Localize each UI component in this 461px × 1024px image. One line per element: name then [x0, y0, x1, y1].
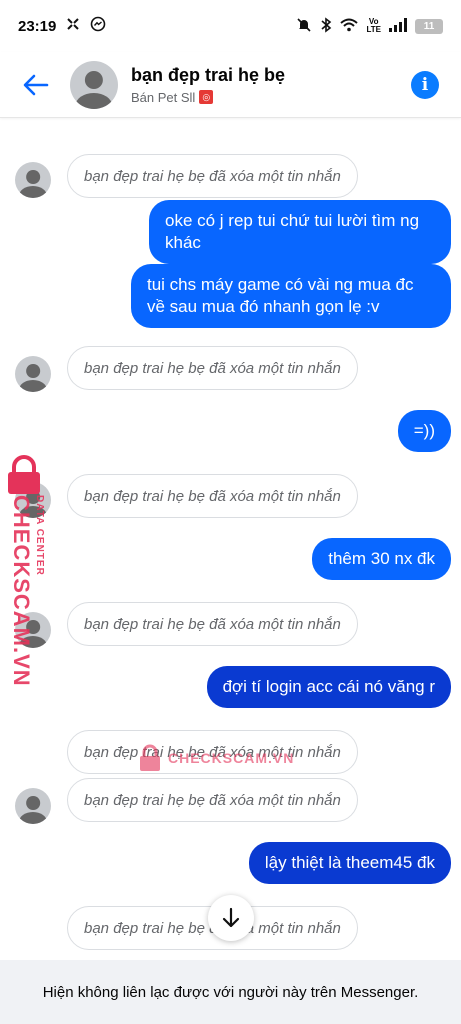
- mute-icon: [296, 17, 312, 36]
- watermark-brand: CHECKSCAM.VN: [9, 495, 34, 687]
- watermark-side: CHECKSCAM.VN DATA CENTER: [4, 455, 52, 687]
- wifi-icon: [340, 18, 359, 35]
- sender-avatar[interactable]: [15, 788, 51, 824]
- unavailable-notice-text: Hiện không liên lạc được với người này t…: [42, 983, 419, 1001]
- outgoing-message[interactable]: tui chs máy game có vài ng mua đc về sau…: [131, 264, 451, 328]
- unavailable-notice: Hiện không liên lạc được với người này t…: [0, 960, 461, 1024]
- message-list[interactable]: bạn đẹp trai hẹ bẹ đã xóa một tin nhắn o…: [0, 118, 461, 960]
- contact-info[interactable]: bạn đẹp trai hẹ bẹ Bán Pet Sll ◎: [131, 65, 285, 105]
- info-button[interactable]: i: [411, 70, 439, 99]
- outgoing-message[interactable]: oke có j rep tui chứ tui lười tìm ng khá…: [149, 200, 451, 264]
- outgoing-message[interactable]: =)): [397, 410, 451, 452]
- watermark-center-text: CHECKSCAM.VN: [168, 750, 295, 766]
- outgoing-message[interactable]: lậy thiệt là theem45 đk: [248, 842, 451, 884]
- contact-subtitle: Bán Pet Sll: [131, 89, 196, 105]
- bluetooth-icon: [320, 16, 332, 36]
- deleted-message: bạn đẹp trai hẹ bẹ đã xóa một tin nhắn: [67, 474, 358, 518]
- deleted-message: bạn đẹp trai hẹ bẹ đã xóa một tin nhắn: [67, 602, 358, 646]
- outgoing-message[interactable]: đợi tí login acc cái nó văng r: [206, 666, 451, 708]
- volte-icon: Vo LTE: [366, 17, 381, 34]
- status-bar: 23:19 Vo LTE 11: [0, 0, 461, 52]
- deleted-message: bạn đẹp trai hẹ bẹ đã xóa một tin nhắn: [67, 346, 358, 390]
- watermark-center: CHECKSCAM.VN: [138, 744, 294, 772]
- watermark-tagline: DATA CENTER: [34, 495, 45, 576]
- scroll-to-bottom-button[interactable]: [208, 895, 254, 941]
- battery-icon: 11: [415, 18, 443, 34]
- arrow-down-icon: [222, 907, 240, 928]
- contact-subtitle-row: Bán Pet Sll ◎: [131, 90, 285, 105]
- arrow-left-icon: [23, 74, 49, 95]
- lock-icon: [8, 455, 40, 494]
- conversation-header: bạn đẹp trai hẹ bẹ Bán Pet Sll ◎ i: [0, 52, 461, 118]
- status-time: 23:19: [18, 17, 57, 35]
- messenger-notification-icon: [90, 16, 106, 36]
- signal-icon: [389, 17, 407, 35]
- contact-avatar[interactable]: [70, 60, 118, 109]
- app-notification-icon: [66, 17, 80, 35]
- back-button[interactable]: [10, 59, 62, 111]
- lock-icon: [140, 744, 160, 771]
- page-badge-icon: ◎: [199, 90, 214, 104]
- info-icon: i: [421, 74, 429, 95]
- outgoing-message[interactable]: thêm 30 nx đk: [312, 538, 451, 580]
- sender-avatar[interactable]: [15, 162, 51, 198]
- sender-avatar[interactable]: [15, 356, 51, 392]
- deleted-message: bạn đẹp trai hẹ bẹ đã xóa một tin nhắn: [67, 154, 358, 198]
- deleted-message: bạn đẹp trai hẹ bẹ đã xóa một tin nhắn: [67, 778, 358, 822]
- contact-name: bạn đẹp trai hẹ bẹ: [131, 64, 286, 85]
